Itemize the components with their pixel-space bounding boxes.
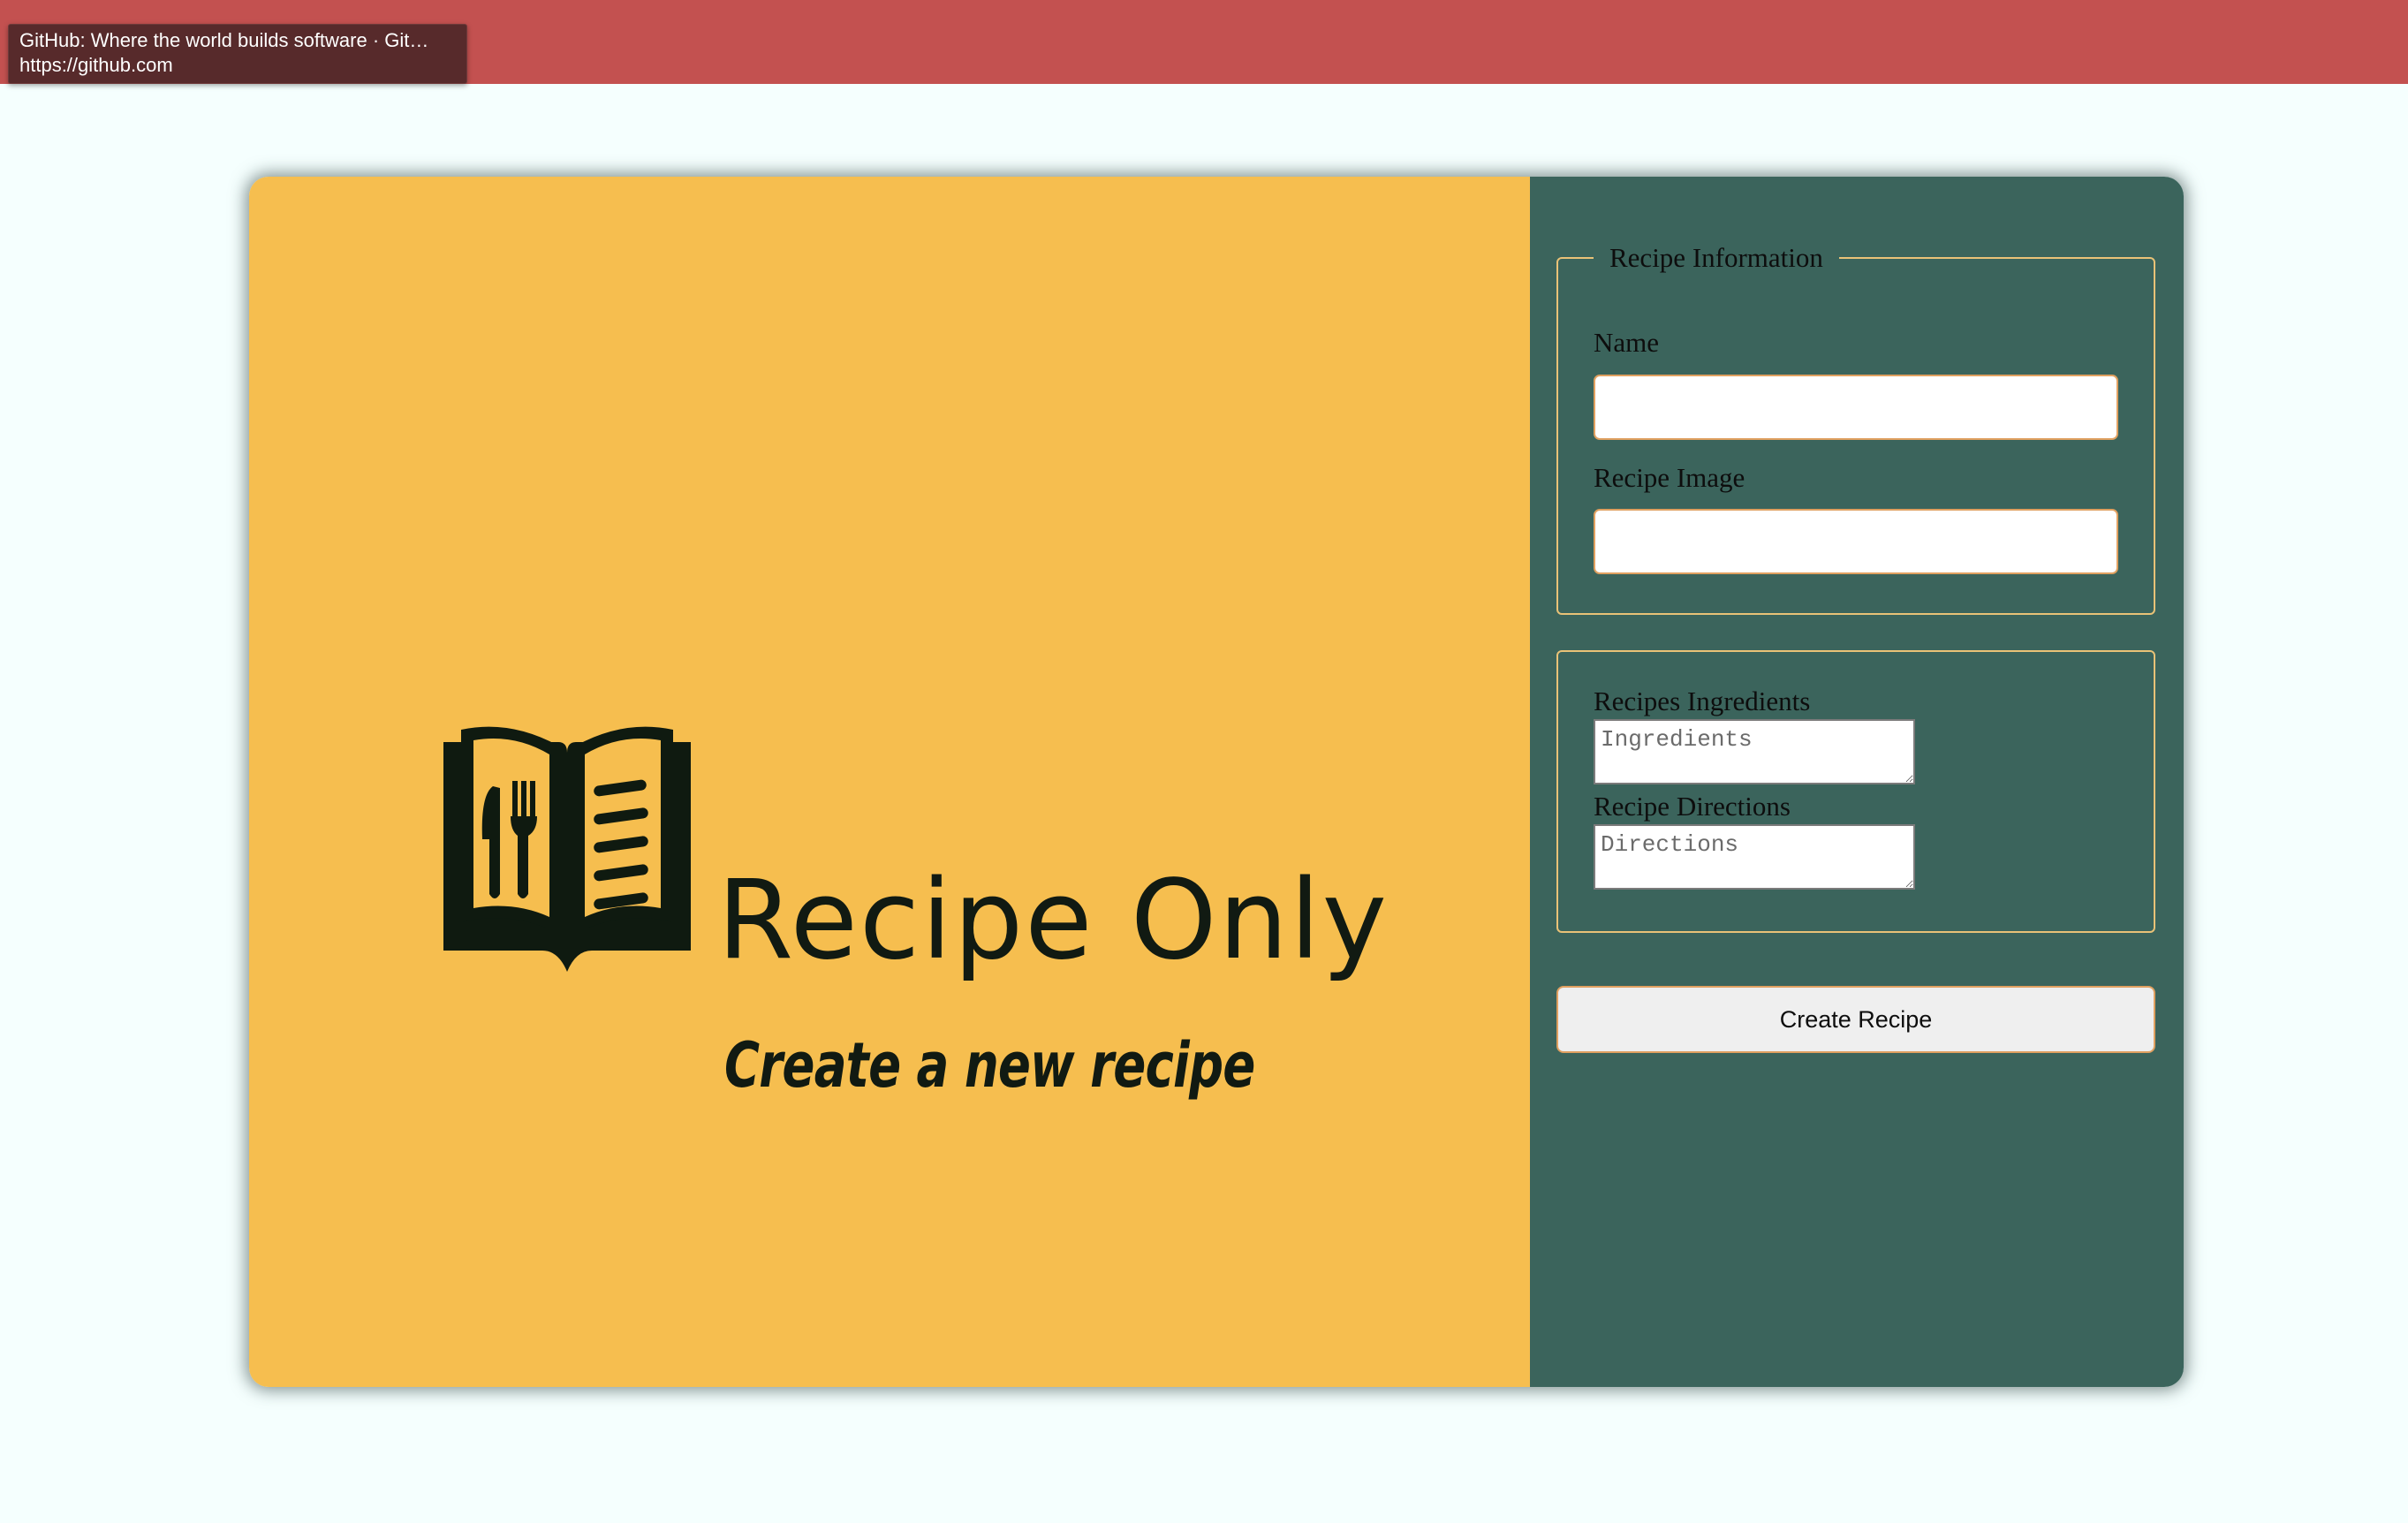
tooltip-url: https://github.com	[19, 54, 173, 76]
recipe-info-fieldset: Recipe Information Name Recipe Image	[1556, 242, 2155, 615]
recipe-form-panel: Recipe Information Name Recipe Image Rec…	[1530, 177, 2184, 1387]
directions-label: Recipe Directions	[1594, 791, 1791, 822]
recipe-image-label: Recipe Image	[1594, 462, 1745, 493]
ingredients-label: Recipes Ingredients	[1594, 686, 1811, 716]
brand-logo: Recipe Only Create a new recipe	[435, 707, 1609, 1122]
link-tooltip: GitHub: Where the world builds software …	[8, 24, 467, 84]
recipe-card: Recipe Only Create a new recipe Recipe I…	[249, 177, 2184, 1387]
directions-textarea[interactable]	[1594, 824, 1915, 890]
name-label: Name	[1594, 327, 1660, 358]
brand-subtitle: Create a new recipe	[724, 1029, 1255, 1102]
recipe-image-input[interactable]	[1594, 509, 2118, 574]
brand-title: Recipe Only	[717, 857, 1389, 984]
ingredients-textarea[interactable]	[1594, 719, 1915, 784]
recipe-details-fieldset: Recipes Ingredients Recipe Directions	[1556, 650, 2155, 933]
tooltip-title: GitHub: Where the world builds software …	[19, 29, 429, 51]
recipe-info-legend: Recipe Information	[1609, 242, 1823, 273]
book-with-utensils-icon	[443, 726, 691, 972]
create-recipe-button[interactable]: Create Recipe	[1556, 986, 2155, 1053]
hero-panel: Recipe Only Create a new recipe	[249, 177, 1530, 1387]
name-input[interactable]	[1594, 375, 2118, 440]
